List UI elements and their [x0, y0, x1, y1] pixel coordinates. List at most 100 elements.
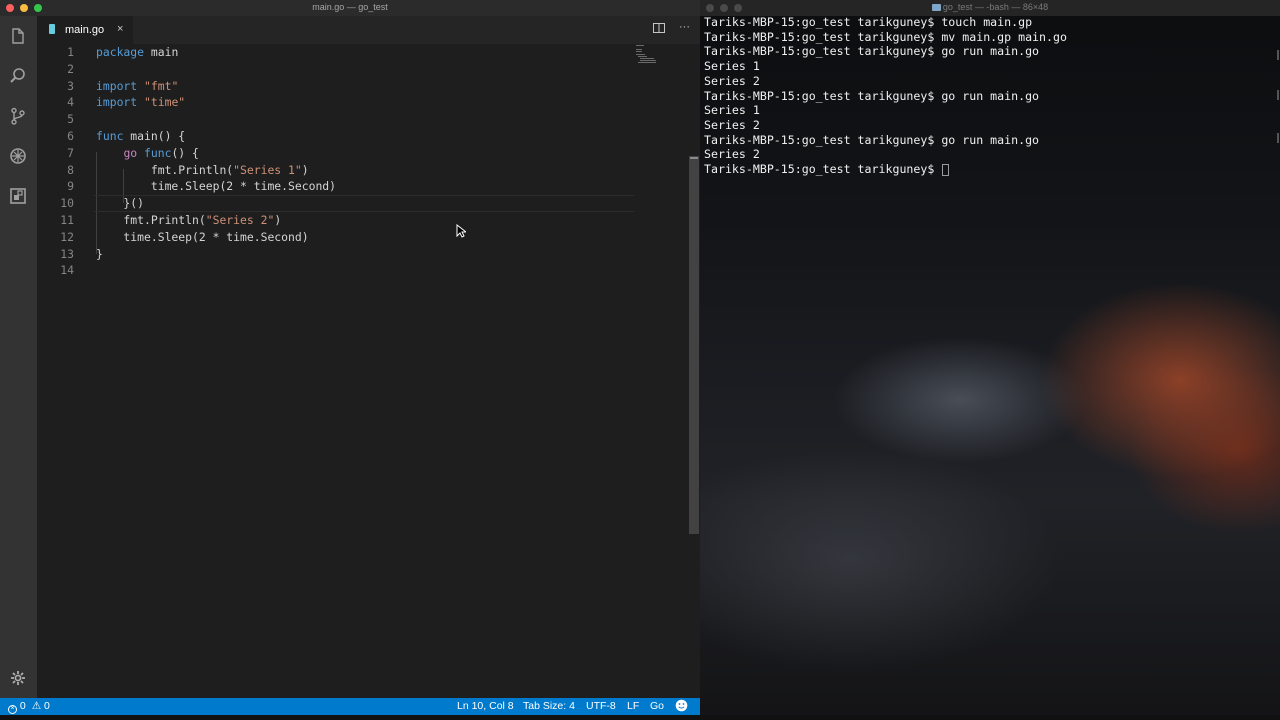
line-number: 4	[67, 95, 74, 110]
code-token: "Series 2"	[205, 213, 275, 227]
minimap[interactable]	[634, 44, 660, 64]
language-mode[interactable]: Go	[650, 700, 664, 713]
terminal-window[interactable]: go_test — -bash — 86×48 Tariks-MBP-15:go…	[700, 0, 1280, 715]
tab-size[interactable]: Tab Size: 4	[523, 700, 575, 713]
line-number: 12	[60, 229, 74, 244]
tab-main-go[interactable]: main.go ×	[37, 16, 133, 44]
code-line[interactable]: 2	[37, 61, 637, 78]
terminal-line: Series 2	[704, 118, 760, 133]
terminal-line: Series 1	[704, 103, 760, 118]
search-icon[interactable]	[8, 66, 28, 86]
code-line[interactable]: 13}	[37, 246, 637, 263]
code-line[interactable]: 6 func main() {	[37, 128, 637, 145]
terminal-line-text: Series 1	[704, 59, 760, 74]
files-icon[interactable]	[8, 26, 28, 46]
debug-icon[interactable]	[8, 146, 28, 166]
line-number: 6	[67, 129, 74, 143]
code-line[interactable]: 10 }()	[37, 195, 637, 213]
terminal-line: Series 1	[704, 59, 760, 74]
code-text: }	[96, 246, 103, 263]
code-editor[interactable]: 1 package main 2 3 import "fmt" 4 import "time…	[37, 44, 688, 698]
code-line[interactable]: 9 time.Sleep(2 * time.Second)	[37, 178, 637, 195]
code-token: )	[274, 213, 282, 227]
current-line-highlight	[94, 195, 634, 213]
line-number: 14	[60, 263, 74, 278]
code-token: )	[301, 162, 309, 177]
code-line[interactable]: 12 time.Sleep(2 * time.Second)	[37, 229, 637, 246]
terminal-title: go_test — -bash — 86×48	[700, 2, 1280, 12]
problems-indicator[interactable]: × 0 ⚠ 0	[8, 700, 50, 714]
code-line[interactable]: 5	[37, 111, 637, 128]
line-number: 5	[67, 112, 74, 127]
feedback-smiley-icon[interactable]	[675, 699, 688, 716]
code-line[interactable]: 8 fmt.Println("Series 1")	[37, 162, 637, 179]
code-token: time.Sleep(2 * time.Second)	[96, 229, 309, 244]
line-number: 1	[67, 45, 74, 59]
code-token: () {	[171, 145, 199, 160]
code-text: }()	[96, 195, 144, 212]
cursor-position[interactable]: Ln 10, Col 8	[457, 700, 514, 713]
line-number: 10	[60, 196, 74, 211]
code-line[interactable]: 4 import "time"	[37, 94, 637, 111]
terminal-line-text: Series 2	[704, 117, 760, 132]
terminal-line: Tariks-MBP-15:go_test tarikguney$ touch …	[704, 15, 1032, 30]
code-line[interactable]: 14	[37, 262, 637, 279]
tab-label: main.go	[65, 24, 105, 36]
code-text: time.Sleep(2 * time.Second)	[96, 178, 336, 195]
terminal-line-text: Tariks-MBP-15:go_test tarikguney$ go run…	[704, 88, 1040, 103]
terminal-line: Tariks-MBP-15:go_test tarikguney$ go run…	[704, 44, 1039, 59]
gear-icon[interactable]	[8, 668, 28, 688]
source-control-icon[interactable]	[8, 106, 28, 126]
code-token: import	[96, 78, 138, 93]
code-token: fmt.Println(	[96, 162, 234, 177]
code-token: "time"	[144, 95, 186, 110]
vscode-titlebar: main.go — go_test	[0, 0, 700, 16]
code-text: time.Sleep(2 * time.Second)	[96, 229, 309, 246]
terminal-line: Series 2	[704, 74, 760, 89]
terminal-line: Tariks-MBP-15:go_test tarikguney$ go run…	[704, 133, 1039, 148]
code-text: package main	[96, 44, 178, 61]
code-token: }	[96, 246, 103, 261]
terminal-line: Tariks-MBP-15:go_test tarikguney$	[704, 162, 950, 177]
terminal-line: Tariks-MBP-15:go_test tarikguney$ mv mai…	[704, 30, 1067, 45]
code-token: fmt.Println(	[96, 213, 206, 227]
file-encoding[interactable]: UTF-8	[586, 700, 616, 713]
window-title: main.go — go_test	[312, 2, 388, 12]
code-token: "Series 1"	[233, 162, 302, 177]
more-actions-button[interactable]: ···	[679, 21, 690, 33]
split-editor-icon[interactable]	[653, 23, 665, 36]
code-token: main	[144, 45, 179, 59]
code-token: func	[144, 145, 172, 160]
code-text: import "fmt"	[96, 78, 178, 95]
line-number: 7	[67, 145, 74, 160]
code-token: package	[96, 45, 145, 59]
terminal-cursor	[942, 163, 950, 176]
error-count: 0	[19, 700, 26, 712]
terminal-line-text: Series 2	[704, 73, 760, 88]
line-number: 8	[67, 162, 74, 177]
editor-scrollbar-thumb[interactable]	[689, 156, 699, 534]
line-number: 13	[60, 246, 74, 261]
code-token: "fmt"	[144, 78, 179, 93]
status-bar: × 0 ⚠ 0 Ln 10, Col 8 Tab Size: 4 UTF-8 L…	[0, 698, 700, 715]
terminal-line-text: Tariks-MBP-15:go_test tarikguney$ mv mai…	[704, 29, 1067, 44]
go-file-icon	[49, 24, 55, 34]
code-line[interactable]: 11 fmt.Println("Series 2")	[37, 212, 637, 229]
extensions-icon[interactable]	[8, 186, 28, 206]
end-of-line[interactable]: LF	[627, 700, 639, 713]
warning-icon: ⚠	[31, 700, 42, 712]
code-line[interactable]: 3 import "fmt"	[37, 78, 637, 95]
activity-bar	[0, 16, 37, 698]
editor-tab-bar: main.go × ···	[37, 16, 700, 44]
close-tab-button[interactable]: ×	[117, 23, 123, 35]
code-line[interactable]: 1 package main	[37, 44, 637, 61]
terminal-line-text: Tariks-MBP-15:go_test tarikguney$	[704, 162, 942, 176]
terminal-line-text: Tariks-MBP-15:go_test tarikguney$ go run…	[704, 132, 1040, 147]
terminal-line-text: Tariks-MBP-15:go_test tarikguney$ go run…	[704, 44, 1040, 59]
code-line[interactable]: 7 go func() {	[37, 145, 637, 162]
code-text: fmt.Println("Series 2")	[96, 212, 281, 229]
